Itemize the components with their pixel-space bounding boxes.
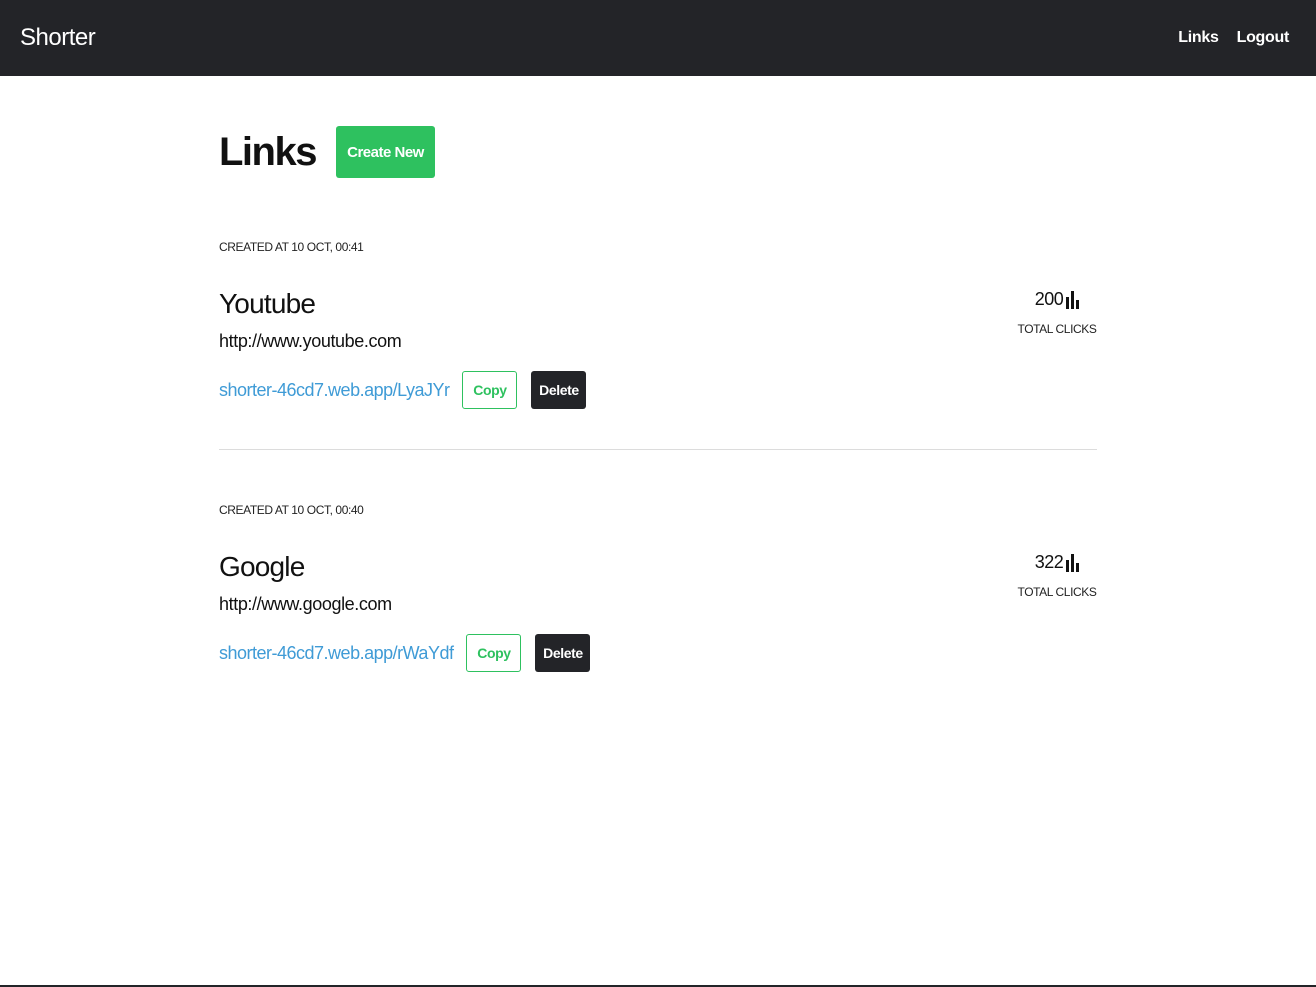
nav-links: Links Logout: [1178, 29, 1289, 47]
click-count-value: 322: [1034, 552, 1064, 572]
click-count: 322: [1017, 552, 1097, 573]
short-url-row: shorter-46cd7.web.app/rWaYdf Copy Delete: [219, 634, 1097, 672]
brand-logo[interactable]: Shorter: [20, 24, 96, 52]
nav-link-logout[interactable]: Logout: [1237, 29, 1290, 47]
link-name: Google: [219, 551, 305, 582]
click-count: 200: [1017, 289, 1097, 310]
total-clicks-label: TOTAL CLICKS: [1017, 585, 1097, 599]
created-date: CREATED AT 10 OCT, 00:40: [219, 503, 364, 517]
link-card: CREATED AT 10 OCT, 00:40 322 TOTAL CLICK…: [219, 503, 1097, 672]
short-url-row: shorter-46cd7.web.app/LyaJYr Copy Delete: [219, 371, 1097, 409]
original-url: http://www.google.com: [219, 594, 392, 614]
page-header: Links Create New: [219, 126, 1097, 178]
bar-chart-icon: [1066, 290, 1080, 309]
original-url: http://www.youtube.com: [219, 331, 402, 351]
copy-button[interactable]: Copy: [462, 371, 518, 409]
click-count-value: 200: [1034, 289, 1064, 309]
delete-button[interactable]: Delete: [535, 634, 591, 672]
short-url-link[interactable]: shorter-46cd7.web.app/rWaYdf: [219, 643, 454, 664]
link-card: CREATED AT 10 OCT, 00:41 200 TOTAL CLICK…: [219, 240, 1097, 409]
created-date: CREATED AT 10 OCT, 00:41: [219, 240, 364, 254]
navbar: Shorter Links Logout: [0, 0, 1316, 76]
nav-link-links[interactable]: Links: [1178, 29, 1219, 47]
page-title: Links: [219, 129, 317, 174]
link-name: Youtube: [219, 288, 316, 319]
bar-chart-icon: [1066, 553, 1080, 572]
divider: [219, 449, 1097, 450]
click-stats: 200 TOTAL CLICKS: [1017, 289, 1097, 336]
delete-button[interactable]: Delete: [531, 371, 587, 409]
short-url-link[interactable]: shorter-46cd7.web.app/LyaJYr: [219, 380, 450, 401]
create-new-button[interactable]: Create New: [335, 126, 435, 178]
click-stats: 322 TOTAL CLICKS: [1017, 552, 1097, 599]
main-content: Links Create New CREATED AT 10 OCT, 00:4…: [219, 76, 1097, 672]
total-clicks-label: TOTAL CLICKS: [1017, 322, 1097, 336]
copy-button[interactable]: Copy: [466, 634, 522, 672]
